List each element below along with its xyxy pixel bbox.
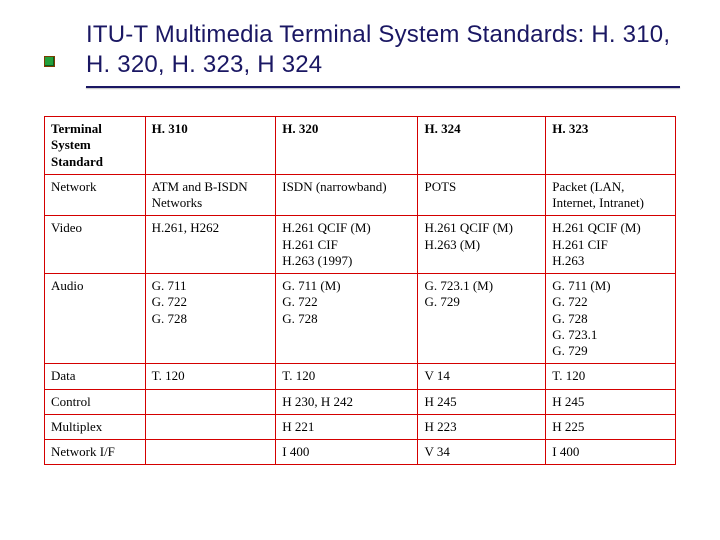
table-cell: H 230, H 242 <box>276 389 418 414</box>
table-cell: H 221 <box>276 414 418 439</box>
table-row: NetworkATM and B-ISDN NetworksISDN (narr… <box>45 174 676 216</box>
table-cell: T. 120 <box>276 364 418 389</box>
row-label: Control <box>45 389 146 414</box>
table-cell: H 245 <box>418 389 546 414</box>
table-cell: H 225 <box>546 414 676 439</box>
table-row: DataT. 120T. 120V 14T. 120 <box>45 364 676 389</box>
col-header: H. 323 <box>546 117 676 175</box>
table-cell: H.261, H262 <box>145 216 276 274</box>
table-cell: I 400 <box>276 440 418 465</box>
table-cell: Packet (LAN, Internet, Intranet) <box>546 174 676 216</box>
row-label: Video <box>45 216 146 274</box>
table-cell: H.261 QCIF (M)H.261 CIFH.263 <box>546 216 676 274</box>
table-header-row: Terminal System Standard H. 310 H. 320 H… <box>45 117 676 175</box>
table-row: Network I/F I 400V 34I 400 <box>45 440 676 465</box>
table-row: VideoH.261, H262H.261 QCIF (M)H.261 CIFH… <box>45 216 676 274</box>
row-label: Network I/F <box>45 440 146 465</box>
table-cell <box>145 389 276 414</box>
col-header: H. 310 <box>145 117 276 175</box>
slide-title: ITU-T Multimedia Terminal System Standar… <box>86 20 680 80</box>
table-cell <box>145 440 276 465</box>
row-label: Data <box>45 364 146 389</box>
table-cell: ATM and B-ISDN Networks <box>145 174 276 216</box>
table-cell: H.261 QCIF (M)H.263 (M) <box>418 216 546 274</box>
table-cell: T. 120 <box>145 364 276 389</box>
row-label: Audio <box>45 274 146 364</box>
table-cell: V 34 <box>418 440 546 465</box>
col-header: Terminal System Standard <box>45 117 146 175</box>
row-label: Network <box>45 174 146 216</box>
table-cell <box>145 414 276 439</box>
table-cell: G. 711G. 722G. 728 <box>145 274 276 364</box>
col-header: H. 324 <box>418 117 546 175</box>
table-cell: POTS <box>418 174 546 216</box>
row-label: Multiplex <box>45 414 146 439</box>
table-cell: G. 723.1 (M)G. 729 <box>418 274 546 364</box>
table-cell: H 245 <box>546 389 676 414</box>
table-cell: I 400 <box>546 440 676 465</box>
table-cell: G. 711 (M)G. 722G. 728G. 723.1G. 729 <box>546 274 676 364</box>
col-header: H. 320 <box>276 117 418 175</box>
title-underline <box>86 86 680 88</box>
table-row: AudioG. 711G. 722G. 728G. 711 (M)G. 722G… <box>45 274 676 364</box>
table-cell: G. 711 (M)G. 722G. 728 <box>276 274 418 364</box>
table-row: ControlH 230, H 242H 245H 245 <box>45 389 676 414</box>
standards-table: Terminal System Standard H. 310 H. 320 H… <box>44 116 676 465</box>
table-cell: V 14 <box>418 364 546 389</box>
table-cell: H 223 <box>418 414 546 439</box>
table-cell: H.261 QCIF (M)H.261 CIFH.263 (1997) <box>276 216 418 274</box>
table-cell: ISDN (narrowband) <box>276 174 418 216</box>
table-cell: T. 120 <box>546 364 676 389</box>
bullet-icon <box>44 56 55 67</box>
table-row: Multiplex H 221H 223H 225 <box>45 414 676 439</box>
